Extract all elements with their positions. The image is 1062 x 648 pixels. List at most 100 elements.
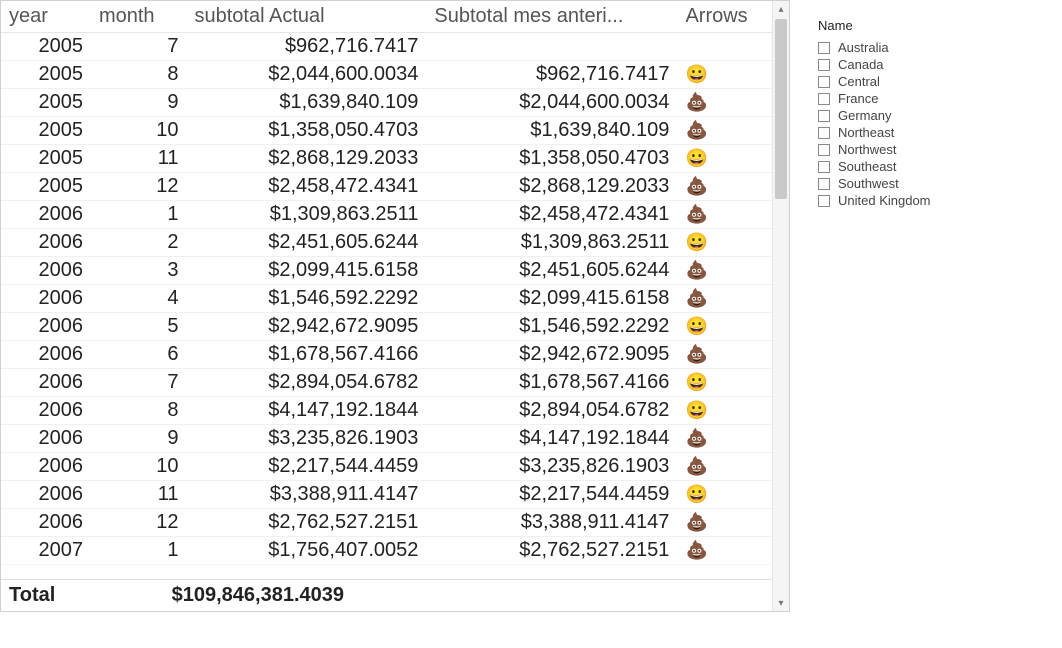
col-header-year[interactable]: year [1, 1, 91, 33]
table-row[interactable]: 20064$1,546,592.2292$2,099,415.6158💩 [1, 285, 773, 313]
cell-arrow-icon: 😀 [677, 369, 773, 397]
cell-arrow-icon: 😀 [677, 397, 773, 425]
checkbox-icon[interactable] [818, 144, 830, 156]
filter-item[interactable]: Southeast [818, 158, 1038, 175]
filter-item[interactable]: Southwest [818, 175, 1038, 192]
data-table-visual[interactable]: year month subtotal Actual Subtotal mes … [0, 0, 790, 612]
cell-arrow-icon: 💩 [677, 89, 773, 117]
table-row[interactable]: 200612$2,762,527.2151$3,388,911.4147💩 [1, 509, 773, 537]
cell-actual: $2,942,672.9095 [186, 313, 426, 341]
scroll-down-arrow[interactable]: ▾ [773, 595, 789, 611]
cell-year: 2006 [1, 229, 91, 257]
cell-prev: $4,147,192.1844 [426, 425, 677, 453]
checkbox-icon[interactable] [818, 195, 830, 207]
cell-month: 10 [91, 453, 187, 481]
cell-month: 8 [91, 61, 187, 89]
cell-arrow-icon: 😀 [677, 145, 773, 173]
filter-item-label: Canada [838, 57, 884, 72]
cell-month: 5 [91, 313, 187, 341]
cell-actual: $2,217,544.4459 [186, 453, 426, 481]
table-row[interactable]: 200611$3,388,911.4147$2,217,544.4459😀 [1, 481, 773, 509]
table-row[interactable]: 20066$1,678,567.4166$2,942,672.9095💩 [1, 341, 773, 369]
scroll-thumb[interactable] [775, 19, 787, 199]
cell-month: 2 [91, 229, 187, 257]
cell-month: 7 [91, 33, 187, 61]
cell-actual: $3,235,826.1903 [186, 425, 426, 453]
cell-actual: $2,762,527.2151 [186, 509, 426, 537]
cell-arrow-icon: 💩 [677, 537, 773, 565]
table-row[interactable]: 20057$962,716.7417 [1, 33, 773, 61]
cell-actual: $1,756,407.0052 [186, 537, 426, 565]
col-header-actual[interactable]: subtotal Actual [186, 1, 426, 33]
filter-item-label: Northwest [838, 142, 897, 157]
cell-month: 8 [91, 397, 187, 425]
cell-actual: $3,388,911.4147 [186, 481, 426, 509]
filter-item-label: Southwest [838, 176, 899, 191]
cell-year: 2007 [1, 537, 91, 565]
cell-year: 2006 [1, 509, 91, 537]
table-row[interactable]: 20058$2,044,600.0034$962,716.7417😀 [1, 61, 773, 89]
table-row[interactable]: 20071$1,756,407.0052$2,762,527.2151💩 [1, 537, 773, 565]
col-header-month[interactable]: month [91, 1, 187, 33]
table-row[interactable]: 20065$2,942,672.9095$1,546,592.2292😀 [1, 313, 773, 341]
cell-year: 2006 [1, 397, 91, 425]
cell-year: 2006 [1, 285, 91, 313]
checkbox-icon[interactable] [818, 42, 830, 54]
checkbox-icon[interactable] [818, 93, 830, 105]
filter-item-label: Central [838, 74, 880, 89]
table-row[interactable]: 200511$2,868,129.2033$1,358,050.4703😀 [1, 145, 773, 173]
col-header-prev[interactable]: Subtotal mes anteri... [426, 1, 677, 33]
table-row[interactable]: 200512$2,458,472.4341$2,868,129.2033💩 [1, 173, 773, 201]
cell-actual: $1,546,592.2292 [186, 285, 426, 313]
cell-actual: $4,147,192.1844 [186, 397, 426, 425]
table-row[interactable]: 200610$2,217,544.4459$3,235,826.1903💩 [1, 453, 773, 481]
cell-prev: $2,099,415.6158 [426, 285, 677, 313]
cell-prev: $1,678,567.4166 [426, 369, 677, 397]
table-row[interactable]: 20068$4,147,192.1844$2,894,054.6782😀 [1, 397, 773, 425]
checkbox-icon[interactable] [818, 161, 830, 173]
table-row[interactable]: 20063$2,099,415.6158$2,451,605.6244💩 [1, 257, 773, 285]
cell-actual: $2,451,605.6244 [186, 229, 426, 257]
cell-arrow-icon: 💩 [677, 257, 773, 285]
checkbox-icon[interactable] [818, 59, 830, 71]
filter-item[interactable]: Northwest [818, 141, 1038, 158]
filter-item[interactable]: Canada [818, 56, 1038, 73]
cell-actual: $1,639,840.109 [186, 89, 426, 117]
filter-item[interactable]: France [818, 90, 1038, 107]
vertical-scrollbar[interactable]: ▴ ▾ [772, 1, 789, 611]
table-row[interactable]: 20069$3,235,826.1903$4,147,192.1844💩 [1, 425, 773, 453]
filter-panel: Name AustraliaCanadaCentralFranceGermany… [818, 0, 1038, 648]
cell-month: 12 [91, 509, 187, 537]
cell-prev: $2,868,129.2033 [426, 173, 677, 201]
cell-arrow-icon: 😀 [677, 61, 773, 89]
checkbox-icon[interactable] [818, 76, 830, 88]
filter-item[interactable]: United Kingdom [818, 192, 1038, 209]
cell-month: 9 [91, 89, 187, 117]
total-label: Total [9, 584, 74, 607]
filter-item[interactable]: Northeast [818, 124, 1038, 141]
table-row[interactable]: 20059$1,639,840.109$2,044,600.0034💩 [1, 89, 773, 117]
checkbox-icon[interactable] [818, 110, 830, 122]
cell-prev: $2,451,605.6244 [426, 257, 677, 285]
cell-month: 7 [91, 369, 187, 397]
table-row[interactable]: 20061$1,309,863.2511$2,458,472.4341💩 [1, 201, 773, 229]
filter-item[interactable]: Central [818, 73, 1038, 90]
cell-month: 1 [91, 201, 187, 229]
cell-month: 9 [91, 425, 187, 453]
cell-year: 2006 [1, 453, 91, 481]
cell-actual: $2,099,415.6158 [186, 257, 426, 285]
cell-arrow-icon: 💩 [677, 117, 773, 145]
cell-arrow-icon: 💩 [677, 509, 773, 537]
checkbox-icon[interactable] [818, 178, 830, 190]
cell-month: 11 [91, 145, 187, 173]
table-row[interactable]: 20067$2,894,054.6782$1,678,567.4166😀 [1, 369, 773, 397]
filter-item[interactable]: Australia [818, 39, 1038, 56]
filter-item[interactable]: Germany [818, 107, 1038, 124]
col-header-arrows[interactable]: Arrows [677, 1, 773, 33]
checkbox-icon[interactable] [818, 127, 830, 139]
scroll-up-arrow[interactable]: ▴ [773, 1, 789, 17]
cell-prev: $3,235,826.1903 [426, 453, 677, 481]
table-row[interactable]: 200510$1,358,050.4703$1,639,840.109💩 [1, 117, 773, 145]
table-row[interactable]: 20062$2,451,605.6244$1,309,863.2511😀 [1, 229, 773, 257]
cell-arrow-icon: 💩 [677, 285, 773, 313]
